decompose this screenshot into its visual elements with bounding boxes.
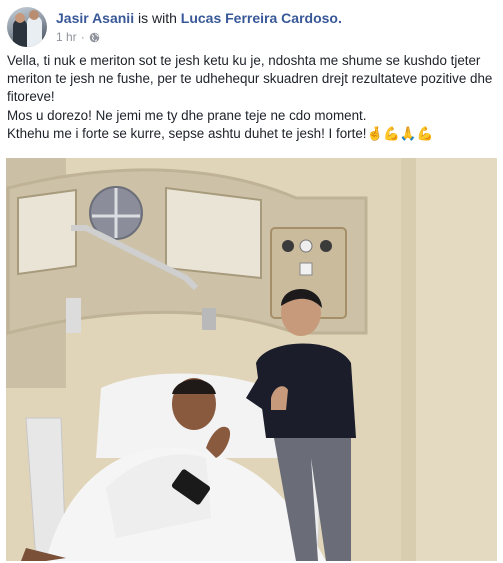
globe-icon[interactable]: [89, 32, 100, 43]
post-paragraph-3-text: Kthehu me i forte se kurre, sepse ashtu …: [7, 125, 367, 141]
post-paragraph-2: Mos u dorezo! Ne jemi me ty dhe prane te…: [7, 107, 367, 123]
post-subtitle-line: 1 hr ·: [56, 30, 342, 44]
lattice-panel-left: [17, 188, 77, 276]
emoji-sequence: 🤞💪🙏💪: [366, 125, 434, 141]
trapeze-handle: [66, 298, 81, 333]
hospital-photo-illustration: [6, 158, 497, 561]
post-meta: Jasir Asanii is with Lucas Ferreira Card…: [56, 7, 342, 47]
post-photo[interactable]: [6, 158, 497, 561]
avatar-head-left: [15, 13, 25, 23]
avatar-figure-left: [13, 19, 27, 47]
avatar-head-right: [29, 10, 39, 20]
panel-switch: [299, 262, 313, 276]
lattice-panel-right: [165, 186, 262, 280]
post-body: Vella, ti nuk e meriton sot te jesh ketu…: [7, 52, 497, 143]
post-timestamp[interactable]: 1 hr: [56, 30, 77, 44]
avatar-figure-right: [27, 16, 42, 47]
tagged-person-link[interactable]: Lucas Ferreira Cardoso.: [181, 10, 342, 26]
panel-outlet-2: [299, 239, 313, 253]
author-name-link[interactable]: Jasir Asanii: [56, 10, 134, 26]
post-paragraph-1: Vella, ti nuk e meriton sot te jesh ketu…: [7, 53, 493, 105]
photo-window-light: [416, 158, 497, 561]
post-title-line: Jasir Asanii is with Lucas Ferreira Card…: [56, 9, 342, 27]
author-avatar[interactable]: [7, 7, 47, 47]
facebook-post: Jasir Asanii is with Lucas Ferreira Card…: [0, 0, 503, 563]
post-header: Jasir Asanii is with Lucas Ferreira Card…: [7, 7, 342, 47]
with-text: is with: [137, 10, 177, 26]
meta-separator: ·: [80, 30, 85, 44]
bed-bar-clamp: [202, 308, 216, 330]
panel-outlet-1: [282, 240, 294, 252]
panel-outlet-3: [320, 240, 332, 252]
post-paragraph-3: Kthehu me i forte se kurre, sepse ashtu …: [7, 125, 497, 143]
